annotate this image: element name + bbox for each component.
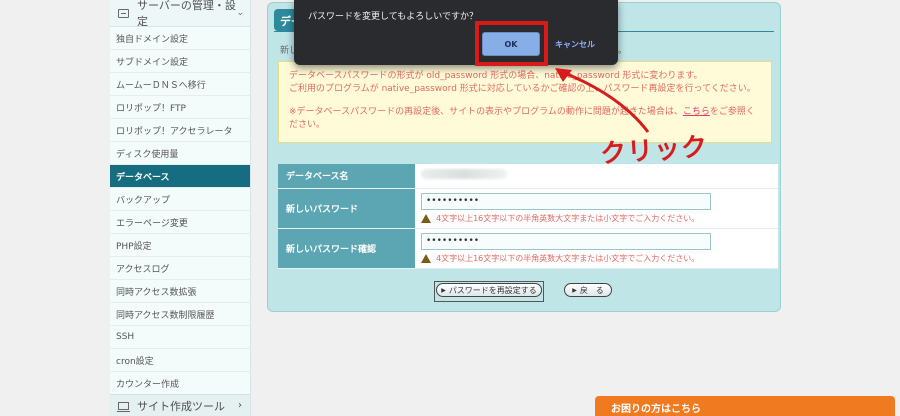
sidebar-item-error-page[interactable]: エラーページ変更 <box>110 211 250 234</box>
db-name-value <box>415 164 778 189</box>
hint-text: 4文字以上16文字以下の半角英数大文字または小文字でご入力ください。 <box>436 213 700 223</box>
triangle-right-icon: ▶ <box>441 286 446 294</box>
monitor-icon <box>117 401 130 412</box>
sidebar-item-subdomain[interactable]: サブドメイン設定 <box>110 50 250 73</box>
cancel-button[interactable]: キャンセル <box>550 32 600 56</box>
sidebar-item-counter[interactable]: カウンター作成 <box>110 372 250 395</box>
click-annotation: クリック <box>599 132 710 170</box>
chevron-down-icon: ⌄ <box>236 8 244 18</box>
sidebar-item-php-settings[interactable]: PHP設定 <box>110 234 250 257</box>
confirm-password-input[interactable]: •••••••••• <box>421 232 711 250</box>
notice-line-2: ご利用のプログラムが native_password 形式に対応しているかご確認… <box>289 84 756 94</box>
sidebar-item-backup[interactable]: バックアップ <box>110 188 250 211</box>
warning-icon <box>421 213 431 223</box>
reset-password-label: パスワードを再設定する <box>448 285 537 295</box>
table-row: データベース名 <box>278 164 778 189</box>
back-label: 戻 る <box>579 285 604 295</box>
table-row: 新しいパスワード •••••••••• 4文字以上16文字以下の半角英数大文字ま… <box>278 188 778 229</box>
triangle-right-icon: ▶ <box>572 286 577 294</box>
sidebar-section-server-settings[interactable]: サーバーの管理・設定 ⌄ <box>110 0 250 28</box>
sidebar: サーバーの管理・設定 ⌄ 独自ドメイン設定 サブドメイン設定 ムームーＤＮＳへ移… <box>110 0 251 416</box>
intro-text-tail: 。 <box>618 46 628 56</box>
new-password-label: 新しいパスワード <box>278 188 415 229</box>
sidebar-item-concurrent-history[interactable]: 同時アクセス数制限履歴 <box>110 303 250 326</box>
notice-line-1: データベースパスワードの形式が old_password 形式の場合、nativ… <box>289 71 703 81</box>
new-password-cell: •••••••••• 4文字以上16文字以下の半角英数大文字または小文字でご入力… <box>415 188 778 229</box>
warning-icon <box>421 253 431 263</box>
notice-line-3-text: ※データベースパスワードの再設定後、サイトの表示やプログラムの動作に問題が起きた… <box>289 107 683 117</box>
password-form-table: データベース名 新しいパスワード •••••••••• 4文字以上16文字以下の… <box>278 164 778 269</box>
sidebar-item-ssh[interactable]: SSH <box>110 326 250 349</box>
sidebar-item-disk-usage[interactable]: ディスク使用量 <box>110 142 250 165</box>
table-row: 新しいパスワード確認 •••••••••• 4文字以上16文字以下の半角英数大文… <box>278 228 778 269</box>
dialog-message: パスワードを変更してもよろしいですか？ <box>308 12 479 22</box>
confirm-password-label: 新しいパスワード確認 <box>278 228 415 269</box>
confirm-dialog: パスワードを変更してもよろしいですか？ OK キャンセル <box>294 0 618 65</box>
reset-password-button[interactable]: ▶ パスワードを再設定する <box>436 283 542 297</box>
back-button[interactable]: ▶ 戻 る <box>564 283 612 297</box>
sidebar-item-accelerator[interactable]: ロリポップ！アクセラレータ <box>110 119 250 142</box>
help-banner[interactable]: お困りの方はこちら <box>595 396 895 416</box>
sidebar-item-ftp[interactable]: ロリポップ！FTP <box>110 96 250 119</box>
chevron-right-icon: › <box>238 400 242 411</box>
hint-text: 4文字以上16文字以下の半角英数大文字または小文字でご入力ください。 <box>436 253 700 263</box>
sidebar-item-muumuu-dns[interactable]: ムームーＤＮＳへ移行 <box>110 73 250 96</box>
confirm-password-hint: 4文字以上16文字以下の半角英数大文字または小文字でご入力ください。 <box>421 253 772 264</box>
sidebar-footer-label: サイト作成ツール <box>137 399 225 413</box>
sidebar-item-custom-domain[interactable]: 独自ドメイン設定 <box>110 27 250 50</box>
new-password-hint: 4文字以上16文字以下の半角英数大文字または小文字でご入力ください。 <box>421 213 772 224</box>
sidebar-item-concurrent-expand[interactable]: 同時アクセス数拡張 <box>110 280 250 303</box>
server-icon <box>118 8 130 18</box>
new-password-input[interactable]: •••••••••• <box>421 192 711 210</box>
db-name-redacted <box>421 169 507 180</box>
sidebar-section-site-tools[interactable]: サイト作成ツール › <box>110 394 250 416</box>
db-name-label: データベース名 <box>278 164 415 189</box>
sidebar-section-label: サーバーの管理・設定 <box>137 0 236 28</box>
sidebar-item-cron[interactable]: cron設定 <box>110 349 250 372</box>
ok-highlight-box <box>475 21 548 66</box>
sidebar-item-database[interactable]: データベース <box>110 165 250 188</box>
confirm-password-cell: •••••••••• 4文字以上16文字以下の半角英数大文字または小文字でご入力… <box>415 228 778 269</box>
sidebar-item-access-log[interactable]: アクセスログ <box>110 257 250 280</box>
notice-link[interactable]: こちら <box>683 107 710 117</box>
